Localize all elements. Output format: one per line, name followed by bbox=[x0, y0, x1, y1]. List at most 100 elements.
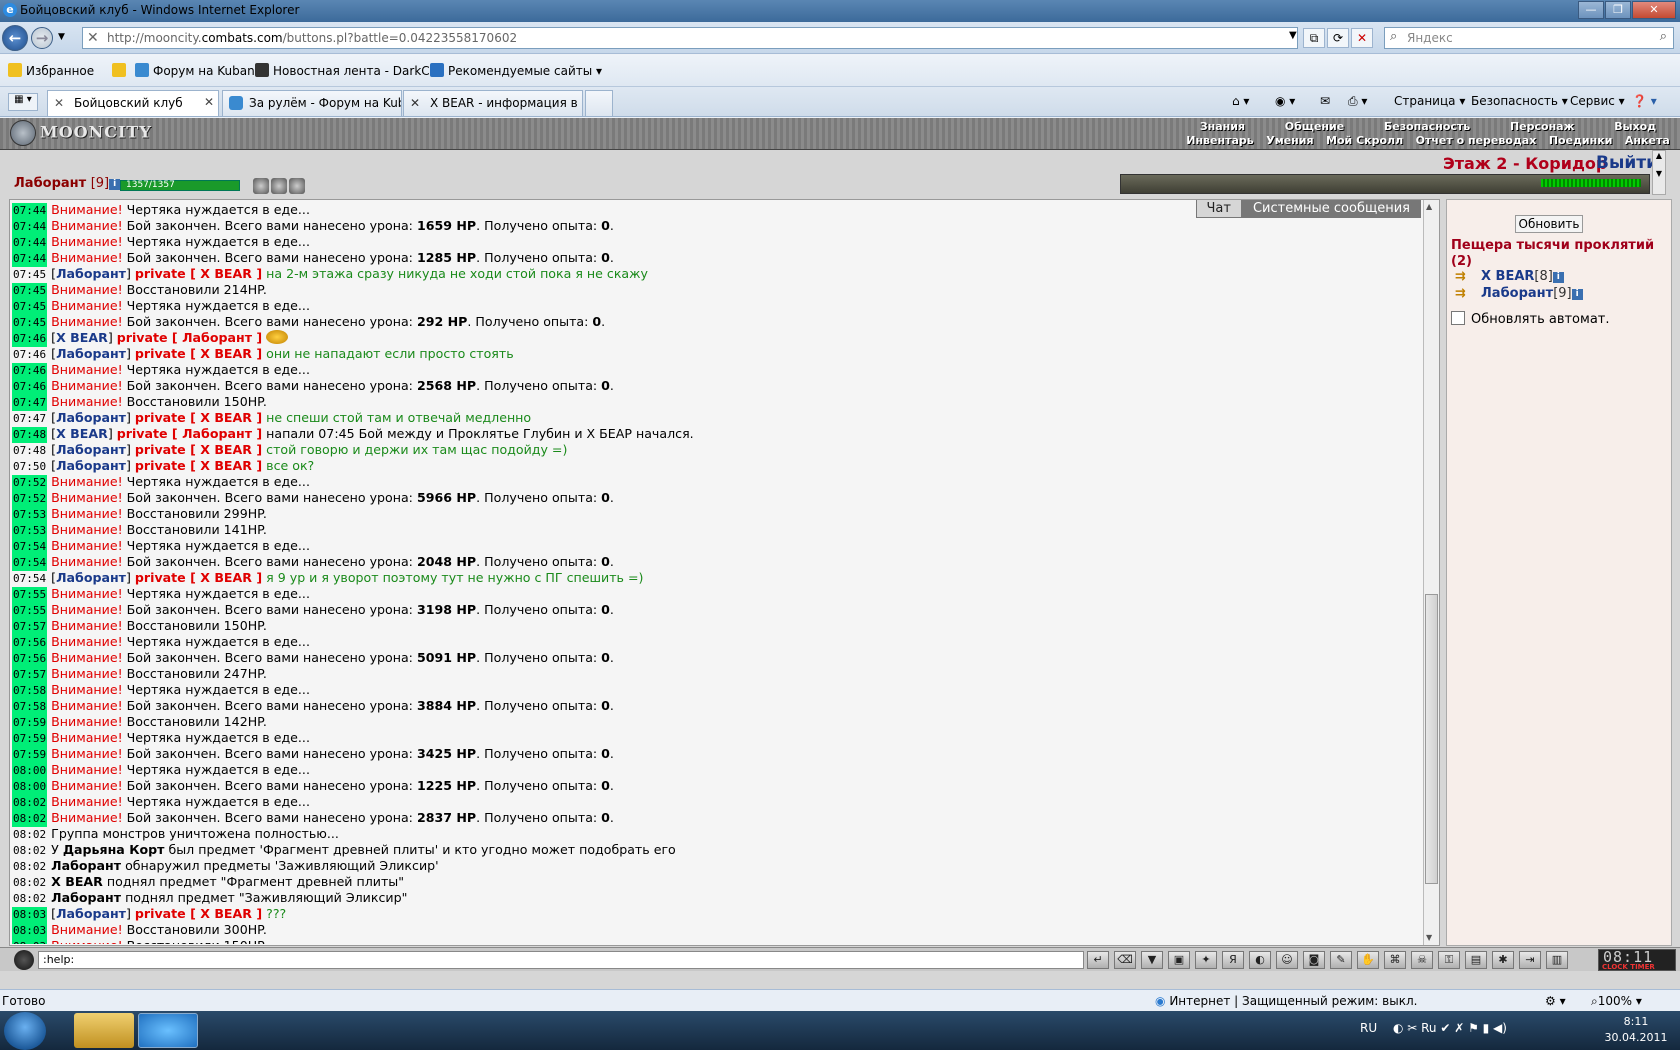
search-icon[interactable]: ⌕ bbox=[1660, 29, 1667, 44]
chat-timestamp[interactable]: 07:44 bbox=[12, 251, 48, 267]
search-input[interactable]: ⌕ Яндекс ⌕ bbox=[1384, 27, 1674, 49]
chat-timestamp[interactable]: 07:56 bbox=[12, 635, 48, 651]
private-recipient[interactable]: private [ X BEAR ] bbox=[135, 458, 262, 473]
chat-timestamp[interactable]: 07:50 bbox=[12, 459, 47, 475]
info-icon[interactable]: i bbox=[1552, 272, 1564, 283]
start-button[interactable] bbox=[4, 1012, 46, 1050]
stats-icon[interactable]: ▥ bbox=[1546, 951, 1568, 969]
private-recipient[interactable]: private [ X BEAR ] bbox=[135, 570, 262, 585]
private-recipient[interactable]: private [ X BEAR ] bbox=[135, 266, 262, 281]
chat-timestamp[interactable]: 08:02 bbox=[12, 811, 48, 827]
chat-timestamp[interactable]: 07:53 bbox=[12, 523, 48, 539]
private-recipient[interactable]: private [ X BEAR ] bbox=[135, 410, 262, 425]
chat-timestamp[interactable]: 07:45 bbox=[12, 299, 48, 315]
scroll-thumb[interactable] bbox=[1425, 594, 1438, 884]
tab-1[interactable]: За рулём - Форум на Kub... bbox=[222, 90, 402, 116]
chat-timestamp[interactable]: 08:02 bbox=[12, 795, 48, 811]
close-window-button[interactable]: ✕ bbox=[1632, 1, 1676, 19]
fight-icon[interactable]: ✦ bbox=[1195, 951, 1217, 969]
scroll-up-icon[interactable]: ▲ bbox=[1426, 202, 1432, 211]
chat-timestamp[interactable]: 07:45 bbox=[12, 315, 48, 331]
page-menu[interactable]: Страница ▾ bbox=[1394, 94, 1465, 108]
clan-badge-icon[interactable] bbox=[253, 178, 269, 194]
chat-timestamp[interactable]: 07:45 bbox=[12, 267, 47, 283]
print-icon[interactable]: ⎙ ▾ bbox=[1348, 94, 1367, 109]
checkbox-box[interactable] bbox=[1451, 311, 1465, 325]
address-bar[interactable]: ✕ http://mooncity.combats.com/buttons.pl… bbox=[82, 27, 1298, 49]
chat-timestamp[interactable]: 08:00 bbox=[12, 763, 48, 779]
info-icon[interactable]: i bbox=[109, 179, 121, 190]
spider-icon[interactable]: ✱ bbox=[1492, 951, 1514, 969]
chat-timestamp[interactable]: 08:03 bbox=[12, 923, 48, 939]
chat-timestamp[interactable]: 08:02 bbox=[12, 875, 47, 891]
chat-timestamp[interactable]: 07:58 bbox=[12, 699, 48, 715]
fav-link-2[interactable]: Рекомендуемые сайты ▾ bbox=[430, 63, 602, 78]
bag-icon[interactable]: ▤ bbox=[1465, 951, 1487, 969]
security-zone[interactable]: ◉ Интернет | Защищенный режим: выкл. bbox=[1155, 994, 1417, 1008]
tools-menu[interactable]: Сервис ▾ bbox=[1570, 94, 1625, 108]
menu-transfers[interactable]: Отчет о переводах bbox=[1416, 134, 1537, 147]
chat-timestamp[interactable]: 07:47 bbox=[12, 411, 47, 427]
chat-timestamp[interactable]: 08:00 bbox=[12, 779, 48, 795]
chat-timestamp[interactable]: 07:47 bbox=[12, 395, 48, 411]
chat-timestamp[interactable]: 07:55 bbox=[12, 603, 48, 619]
chat-nick[interactable]: Лаборант bbox=[56, 906, 126, 921]
auto-refresh-checkbox[interactable]: Обновлять автомат. bbox=[1451, 311, 1610, 327]
tab-close-icon[interactable]: ✕ bbox=[204, 95, 214, 109]
chat-nick[interactable]: Лаборант bbox=[56, 346, 126, 361]
forward-button[interactable]: → bbox=[31, 27, 53, 49]
smile-icon[interactable]: ☺ bbox=[1276, 951, 1298, 969]
chat-timestamp[interactable]: 07:48 bbox=[12, 427, 48, 443]
address-dropdown-icon[interactable]: ▼ bbox=[1289, 30, 1297, 41]
chat-scrollbar[interactable]: ▲ ▼ bbox=[1423, 200, 1439, 945]
new-tab-button[interactable] bbox=[585, 90, 613, 116]
chat-timestamp[interactable]: 08:03 bbox=[12, 907, 48, 923]
skull-icon[interactable]: ☠ bbox=[1411, 951, 1433, 969]
chat-timestamp[interactable]: 07:56 bbox=[12, 651, 48, 667]
save-icon[interactable]: ▣ bbox=[1168, 951, 1190, 969]
send-icon[interactable]: ↵ bbox=[1087, 951, 1109, 969]
shield-badge-icon[interactable] bbox=[271, 178, 287, 194]
mail-icon[interactable]: ✉ bbox=[1320, 94, 1330, 108]
chat-timestamp[interactable]: 07:54 bbox=[12, 539, 48, 555]
menu-knowledge[interactable]: Знания bbox=[1200, 120, 1245, 133]
chat-timestamp[interactable]: 07:54 bbox=[12, 571, 47, 587]
ie-taskbar-icon[interactable] bbox=[138, 1013, 198, 1048]
menu-communication[interactable]: Общение bbox=[1285, 120, 1344, 133]
tab-2[interactable]: ✕ X BEAR - информация в К... bbox=[403, 90, 583, 116]
feeds-icon[interactable]: ◉ ▾ bbox=[1275, 94, 1295, 108]
quick-tabs-icon[interactable]: ▦ ▾ bbox=[8, 93, 38, 111]
protected-mode-icon[interactable]: ⚙ ▾ bbox=[1545, 994, 1566, 1008]
tray-icons[interactable]: ◐ ✂ Ru ✔ ✗ ⚑ ▮ ◀) bbox=[1393, 1021, 1507, 1035]
menu-skills[interactable]: Умения bbox=[1266, 134, 1313, 147]
chat-nick[interactable]: Лаборант bbox=[56, 442, 126, 457]
align-badge-icon[interactable] bbox=[289, 178, 305, 194]
exit-small-icon[interactable]: ✎ bbox=[1330, 951, 1352, 969]
chat-timestamp[interactable]: 07:57 bbox=[12, 619, 48, 635]
tab-0[interactable]: ✕ Бойцовский клуб ✕ bbox=[47, 90, 219, 116]
compat-view-icon[interactable]: ⧉ bbox=[1303, 28, 1325, 48]
favorites-button[interactable]: Избранное bbox=[8, 63, 94, 78]
scroll-icon[interactable]: ⌘ bbox=[1384, 951, 1406, 969]
menu-my-scroll[interactable]: Мой Скролл bbox=[1326, 134, 1403, 147]
translit-icon[interactable]: Я bbox=[1222, 951, 1244, 969]
refresh-button[interactable]: Обновить bbox=[1515, 215, 1583, 233]
menu-profile[interactable]: Анкета bbox=[1625, 134, 1670, 147]
add-favorite-icon[interactable] bbox=[112, 63, 130, 78]
speed-icon[interactable]: ◐ bbox=[1249, 951, 1271, 969]
chat-timestamp[interactable]: 07:52 bbox=[12, 475, 48, 491]
chat-timestamp[interactable]: 07:59 bbox=[12, 715, 48, 731]
menu-security[interactable]: Безопасность bbox=[1384, 120, 1470, 133]
chat-timestamp[interactable]: 07:46 bbox=[12, 331, 48, 347]
lock-icon[interactable]: ⚿ bbox=[1438, 951, 1460, 969]
filter-icon[interactable]: ▼ bbox=[1141, 951, 1163, 969]
chat-nick[interactable]: X BEAR bbox=[56, 330, 108, 345]
private-recipient[interactable]: private [ X BEAR ] bbox=[135, 442, 262, 457]
member-item[interactable]: ⇉ Лаборант[9] i bbox=[1455, 286, 1583, 301]
smile-menu-icon[interactable] bbox=[14, 950, 34, 970]
stop-icon[interactable]: ✕ bbox=[1351, 28, 1373, 48]
zoom-control[interactable]: ⌕100% ▾ bbox=[1591, 994, 1642, 1009]
minimize-button[interactable]: — bbox=[1578, 1, 1604, 19]
menu-fights[interactable]: Поединки bbox=[1549, 134, 1613, 147]
header-scrollbar[interactable]: ▲ ▼ bbox=[1652, 150, 1666, 195]
